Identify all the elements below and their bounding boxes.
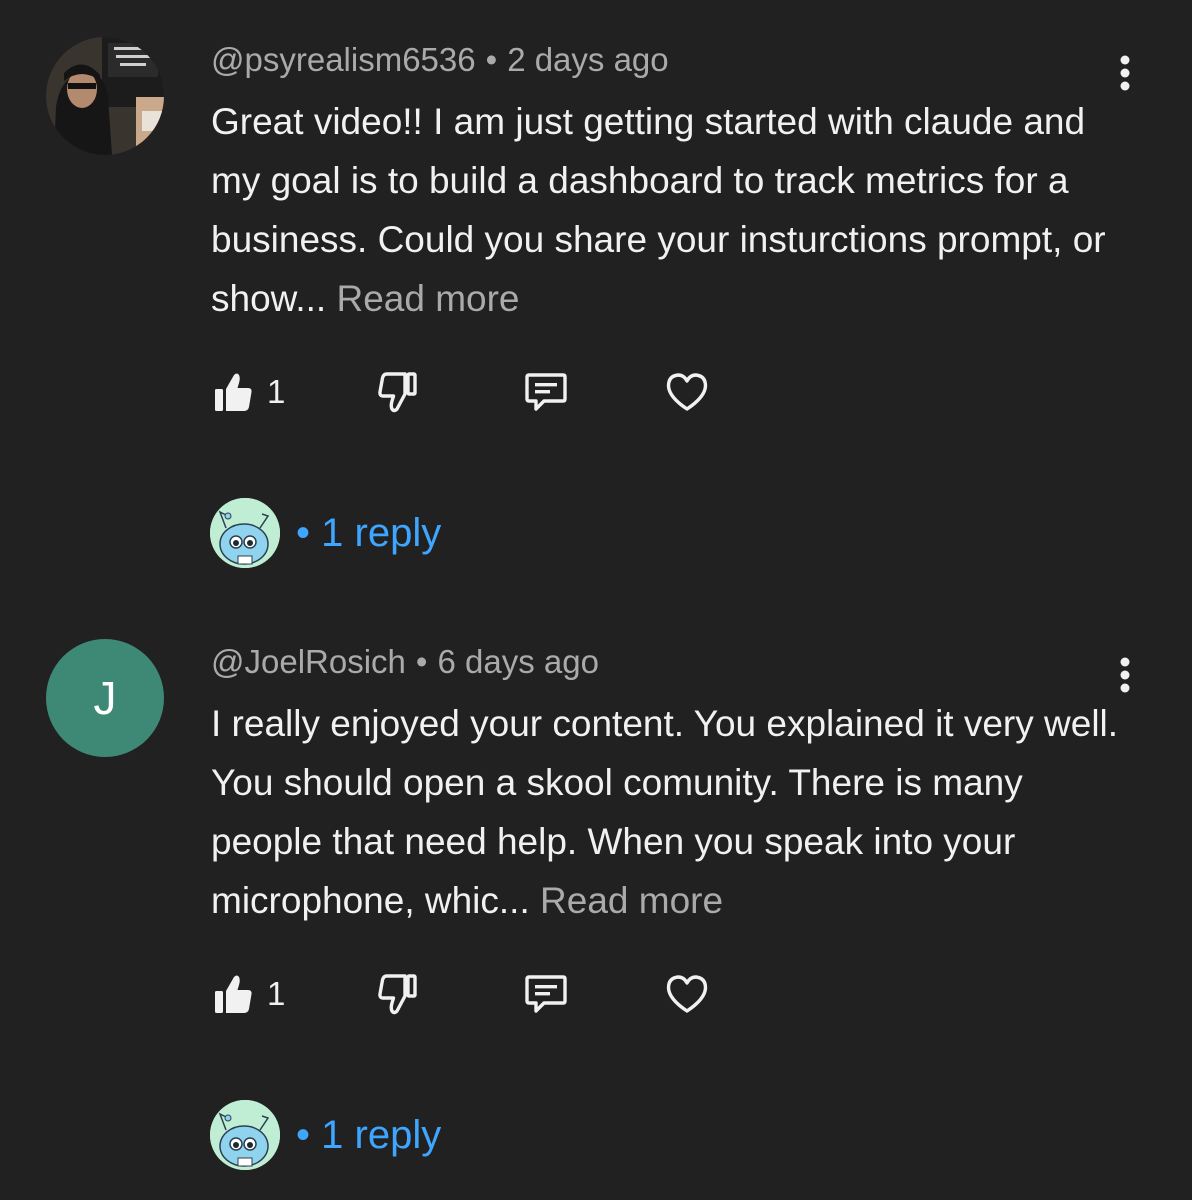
comment-text: Great video!! I am just getting started … — [211, 92, 1121, 328]
comment-text: I really enjoyed your content. You expla… — [211, 694, 1121, 930]
reply-separator: • — [296, 510, 311, 555]
reply-count: 1 reply — [321, 510, 442, 555]
comment-actions: 1 — [0, 964, 1192, 1024]
avatar[interactable] — [46, 37, 164, 155]
reply-count-label: • 1 reply — [296, 1113, 441, 1158]
like-button[interactable]: 1 — [213, 972, 285, 1016]
thumb-up-icon — [215, 373, 252, 411]
view-replies-button[interactable]: • 1 reply — [210, 1099, 441, 1171]
like-button[interactable]: 1 — [213, 370, 285, 414]
comment-meta: @psyrealism6536 • 2 days ago — [211, 40, 669, 80]
comment-time: 6 days ago — [437, 643, 599, 680]
meta-separator: • — [485, 41, 498, 78]
like-count: 1 — [267, 975, 286, 1012]
view-replies-button[interactable]: • 1 reply — [210, 497, 441, 569]
avatar-photo-icon — [46, 37, 164, 155]
more-vert-icon — [1120, 55, 1130, 91]
heart-button[interactable] — [665, 370, 709, 414]
more-vert-icon — [1120, 657, 1130, 693]
meta-separator: • — [415, 643, 428, 680]
thumb-down-icon — [378, 372, 417, 413]
thumb-down-icon — [378, 974, 417, 1015]
avatar-letter: J — [93, 672, 117, 724]
comment-icon — [525, 975, 567, 1013]
reply-count-label: • 1 reply — [296, 511, 441, 556]
comment-icon — [525, 373, 567, 411]
comment: J @JoelRosich • 6 days ago I really enjoye… — [0, 602, 1192, 1200]
heart-icon — [666, 373, 708, 411]
comment-time: 2 days ago — [507, 41, 669, 78]
reply-separator: • — [296, 1112, 311, 1157]
robot-avatar-icon — [210, 1100, 280, 1170]
heart-button[interactable] — [665, 972, 709, 1016]
reply-button[interactable] — [524, 972, 568, 1016]
robot-avatar-icon — [210, 498, 280, 568]
dislike-button[interactable] — [378, 972, 418, 1016]
more-options-button[interactable] — [1108, 650, 1142, 700]
thumb-up-icon — [215, 975, 252, 1013]
reply-avatar — [210, 1100, 280, 1170]
like-count: 1 — [267, 373, 286, 410]
comment-actions: 1 — [0, 362, 1192, 422]
reply-count: 1 reply — [321, 1112, 442, 1157]
avatar[interactable]: J — [46, 639, 164, 757]
reply-button[interactable] — [524, 370, 568, 414]
dislike-button[interactable] — [378, 370, 418, 414]
heart-icon — [666, 975, 708, 1013]
more-options-button[interactable] — [1108, 48, 1142, 98]
read-more-link[interactable]: Read more — [336, 278, 519, 319]
comment-author[interactable]: @psyrealism6536 — [211, 41, 476, 78]
reply-avatar — [210, 498, 280, 568]
read-more-link[interactable]: Read more — [540, 880, 723, 921]
comment-meta: @JoelRosich • 6 days ago — [211, 642, 599, 682]
comment-author[interactable]: @JoelRosich — [211, 643, 406, 680]
comment: @psyrealism6536 • 2 days ago Great video!!… — [0, 0, 1192, 600]
comments-list: @psyrealism6536 • 2 days ago Great video!!… — [0, 0, 1192, 1200]
